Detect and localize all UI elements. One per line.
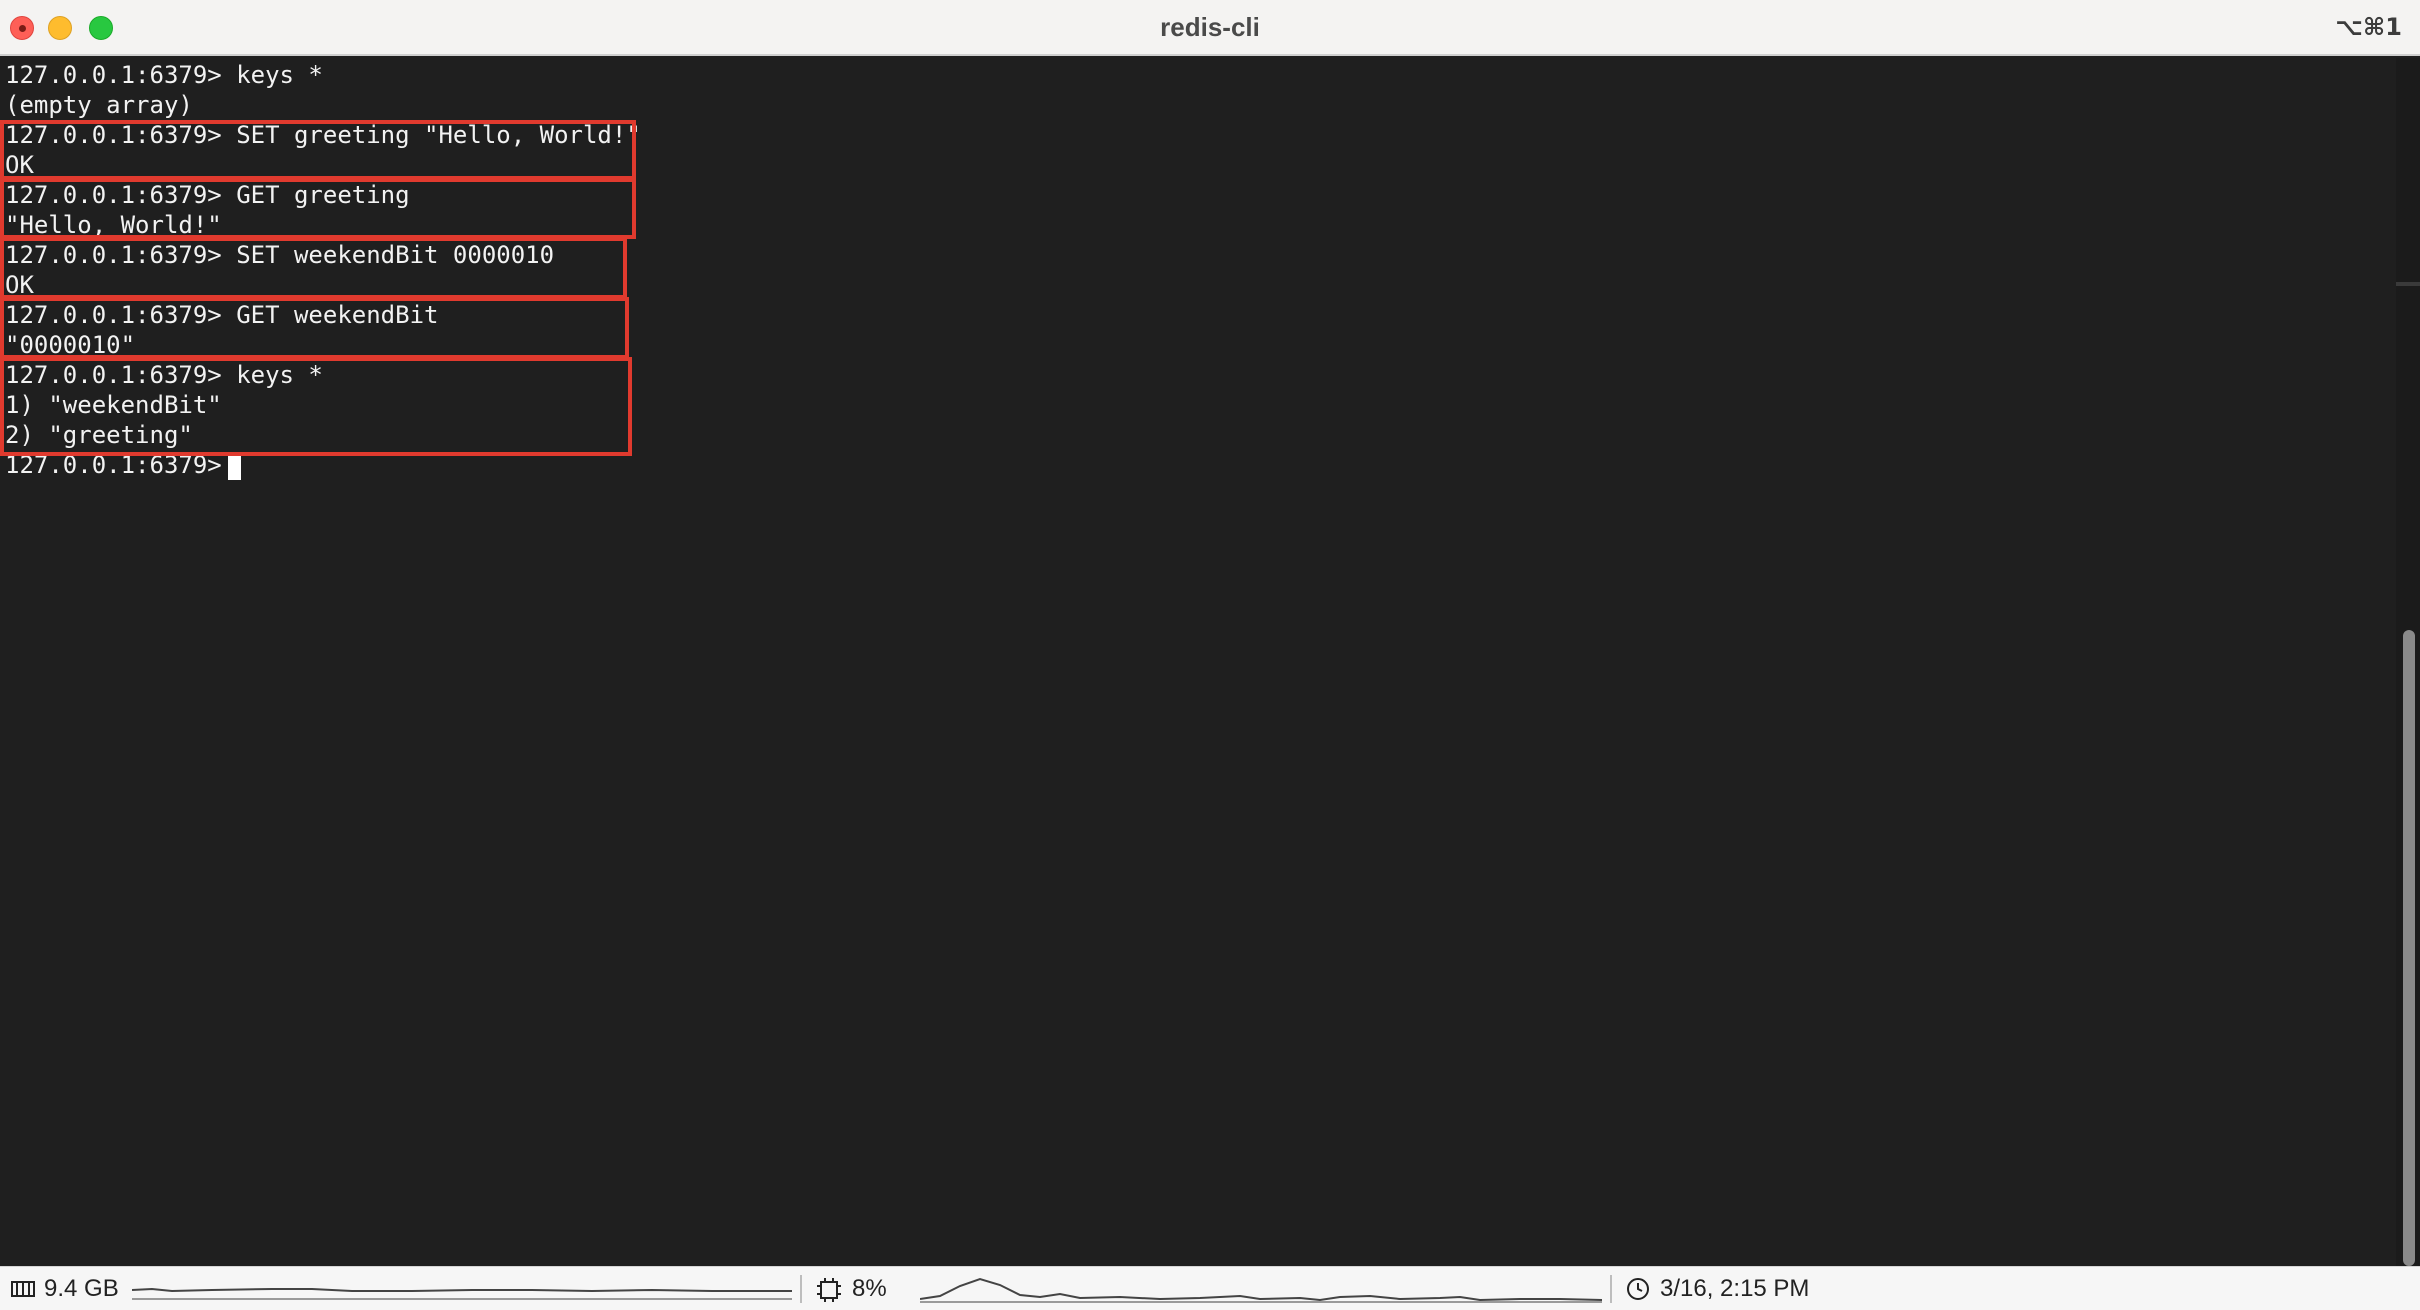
cpu-sparkline xyxy=(920,1277,1602,1303)
terminal-window: redis-cli ⌥⌘1 127.0.0.1:6379> keys * (em… xyxy=(0,0,2420,1310)
highlight-box xyxy=(0,357,632,456)
cpu-usage: 8% xyxy=(852,1275,887,1302)
terminal-line: 127.0.0.1:6379> keys * xyxy=(5,61,323,89)
highlight-box xyxy=(0,120,636,180)
date-time: 3/16, 2:15 PM xyxy=(1660,1275,1810,1302)
title-bar: redis-cli ⌥⌘1 xyxy=(0,0,2420,56)
status-separator xyxy=(1610,1275,1612,1303)
window-title: redis-cli xyxy=(1160,12,1260,42)
text-cursor xyxy=(228,454,241,480)
memory-sparkline xyxy=(132,1287,792,1300)
memory-icon xyxy=(11,1281,35,1297)
highlight-box xyxy=(0,237,627,299)
status-bar: 9.4 GB 8% 3/16, 2:15 PM xyxy=(0,1266,2420,1310)
clock-icon xyxy=(1627,1278,1649,1300)
terminal-line: (empty array) xyxy=(5,91,193,119)
highlight-box xyxy=(0,178,636,239)
scrollbar-divider xyxy=(2396,282,2420,286)
status-separator xyxy=(800,1275,802,1303)
cpu-icon xyxy=(817,1278,841,1302)
scrollbar-thumb[interactable] xyxy=(2403,630,2415,1266)
terminal-output[interactable]: 127.0.0.1:6379> keys * (empty array) 127… xyxy=(0,58,2396,1266)
memory-usage: 9.4 GB xyxy=(44,1275,119,1302)
window-shortcut: ⌥⌘1 xyxy=(2335,13,2402,41)
highlight-box xyxy=(0,297,629,359)
